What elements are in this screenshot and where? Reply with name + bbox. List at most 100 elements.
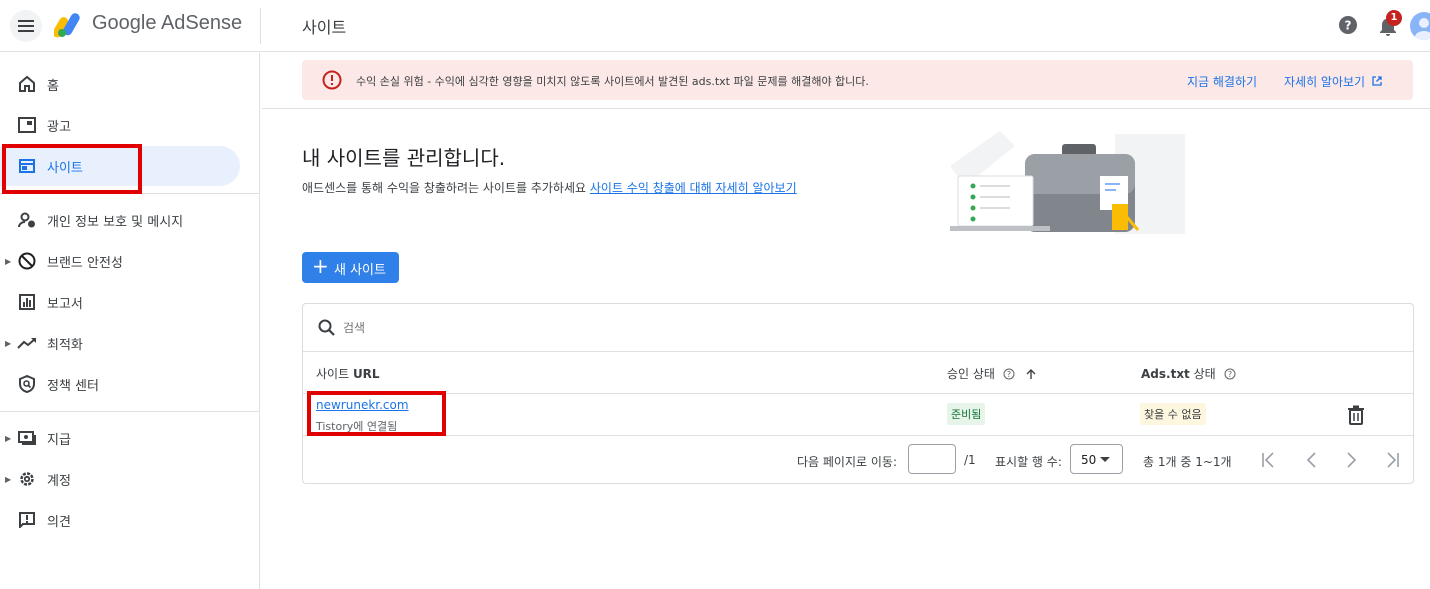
column-header-ads-txt[interactable]: Ads.txt 상태 ? [1141,365,1236,382]
expand-arrow-icon: ▶ [5,474,12,484]
previous-page-icon[interactable] [1303,451,1321,469]
ads-txt-status-badge: 찾을 수 없음 [1140,403,1206,425]
avatar[interactable] [1410,12,1430,40]
help-icon[interactable]: ? [1338,15,1358,35]
svg-text:?: ? [1227,370,1231,379]
menu-button[interactable] [10,10,42,42]
highlight-box-sites [2,144,142,194]
ads-txt-alert-banner: 수익 손실 위험 - 수익에 심각한 영향을 미치지 않도록 사이트에서 발견된… [302,60,1413,100]
sidebar-item-label: 정책 센터 [47,378,99,394]
open-in-new-icon [1372,76,1382,86]
expand-arrow-icon: ▶ [5,256,12,266]
adsense-logo-icon [54,13,80,38]
help-outline-icon[interactable]: ? [1003,368,1015,380]
hero-title: 내 사이트를 관리합니다. [302,146,506,170]
rows-per-page-value: 50 [1081,453,1097,467]
sidebar-item-label: 지급 [47,432,71,448]
table-divider [303,351,1413,352]
learn-more-label: 자세히 알아보기 [1284,75,1366,89]
briefcase-illustration-icon [950,131,1185,234]
app-name: Google AdSense [92,12,243,34]
last-page-icon[interactable] [1383,451,1401,469]
notification-badge: 1 [1386,10,1402,26]
page-title: 사이트 [302,18,347,37]
sidebar-item-label: 계정 [47,473,71,489]
sidebar-item-label: 광고 [47,119,71,135]
ads-icon [17,115,37,135]
sidebar-item-brand-safety[interactable]: ▶ 브랜드 안전성 [0,241,240,281]
payments-icon [17,428,37,448]
expand-arrow-icon: ▶ [5,433,12,443]
site-url-header-prefix: 사이트 [316,367,353,381]
ads-txt-header-suffix: 상태 [1189,367,1216,381]
sidebar-item-label: 최적화 [47,337,83,353]
goto-page-input[interactable] [908,444,956,474]
fix-now-link[interactable]: 지금 해결하기 [1187,73,1257,90]
feedback-icon [17,510,37,530]
reports-icon [17,292,37,312]
rows-per-page-select[interactable]: 50 [1070,444,1123,474]
help-outline-icon[interactable]: ? [1224,368,1236,380]
goto-page-label: 다음 페이지로 이동: [797,455,897,469]
column-header-site-url[interactable]: 사이트 URL [316,365,380,382]
delete-icon[interactable] [1347,405,1365,425]
site-url-header-bold: URL [352,367,380,381]
first-page-icon[interactable] [1260,451,1278,469]
sidebar-item-label: 보고서 [47,296,83,312]
new-site-label: 새 사이트 [334,263,386,278]
table-divider [303,435,1413,436]
policy-icon [17,374,37,394]
sidebar: 홈 광고 사이트 개인 정보 보호 및 메시지 ▶ 브랜드 안전성 보고서 ▶ … [0,53,260,589]
chevron-down-icon [1100,457,1110,462]
sidebar-item-feedback[interactable]: 의견 [0,500,240,540]
approval-header-label: 승인 상태 [947,367,995,381]
plus-icon: + [312,254,329,278]
svg-text:?: ? [1345,19,1352,33]
sidebar-item-label: 브랜드 안전성 [47,255,123,271]
sidebar-item-label: 개인 정보 보호 및 메시지 [47,214,184,230]
gear-icon [17,469,37,489]
svg-text:?: ? [1007,370,1011,379]
hero-description-text: 애드센스를 통해 수익을 창출하려는 사이트를 추가하세요 [302,181,590,195]
sidebar-item-home[interactable]: 홈 [0,64,240,104]
ads-txt-header-bold: Ads.txt [1141,367,1190,381]
sidebar-item-label: 의견 [47,514,71,530]
menu-icon [18,20,34,32]
page-total: /1 [964,453,976,467]
highlight-box-site-row [307,391,446,436]
sidebar-item-ads[interactable]: 광고 [0,105,240,145]
rows-per-page-label: 표시할 행 수: [995,455,1062,469]
avatar-person-icon [1415,18,1430,40]
sidebar-item-privacy[interactable]: 개인 정보 보호 및 메시지 [0,200,240,240]
sites-table-card: 사이트 URL 승인 상태 ? Ads.txt 상태 ? newrunekr.c… [302,303,1414,484]
top-app-bar: Google AdSense 사이트 ? 1 [0,0,1430,52]
sidebar-item-payments[interactable]: ▶ 지급 [0,418,240,458]
home-icon [17,74,37,94]
sort-ascending-icon[interactable] [1025,368,1037,380]
new-site-button[interactable]: + 새 사이트 [302,252,399,283]
sidebar-item-reports[interactable]: 보고서 [0,282,240,322]
main-divider [262,108,1430,109]
sidebar-divider [0,411,260,412]
trending-icon [17,333,37,353]
privacy-icon [17,210,37,230]
expand-arrow-icon: ▶ [5,338,12,348]
next-page-icon[interactable] [1342,451,1360,469]
block-icon [17,251,37,271]
column-header-approval[interactable]: 승인 상태 ? [947,365,1037,382]
hero-description: 애드센스를 통해 수익을 창출하려는 사이트를 추가하세요 사이트 수익 창출에… [302,179,797,196]
learn-site-monetization-link[interactable]: 사이트 수익 창출에 대해 자세히 알아보기 [590,181,797,195]
learn-more-link[interactable]: 자세히 알아보기 [1284,73,1382,90]
sidebar-item-label: 홈 [47,78,59,94]
sidebar-item-account[interactable]: ▶ 계정 [0,459,240,499]
alert-message: 수익 손실 위험 - 수익에 심각한 영향을 미치지 않도록 사이트에서 발견된… [356,75,869,88]
header-divider [260,8,261,44]
search-input[interactable] [343,318,743,338]
approval-status-badge: 준비됨 [947,403,986,425]
table-divider [303,393,1413,394]
search-icon [318,319,335,336]
sidebar-item-policy[interactable]: 정책 센터 [0,364,240,404]
error-icon [322,70,342,90]
page-range: 총 1개 중 1~1개 [1143,455,1232,469]
sidebar-item-optimization[interactable]: ▶ 최적화 [0,323,240,363]
